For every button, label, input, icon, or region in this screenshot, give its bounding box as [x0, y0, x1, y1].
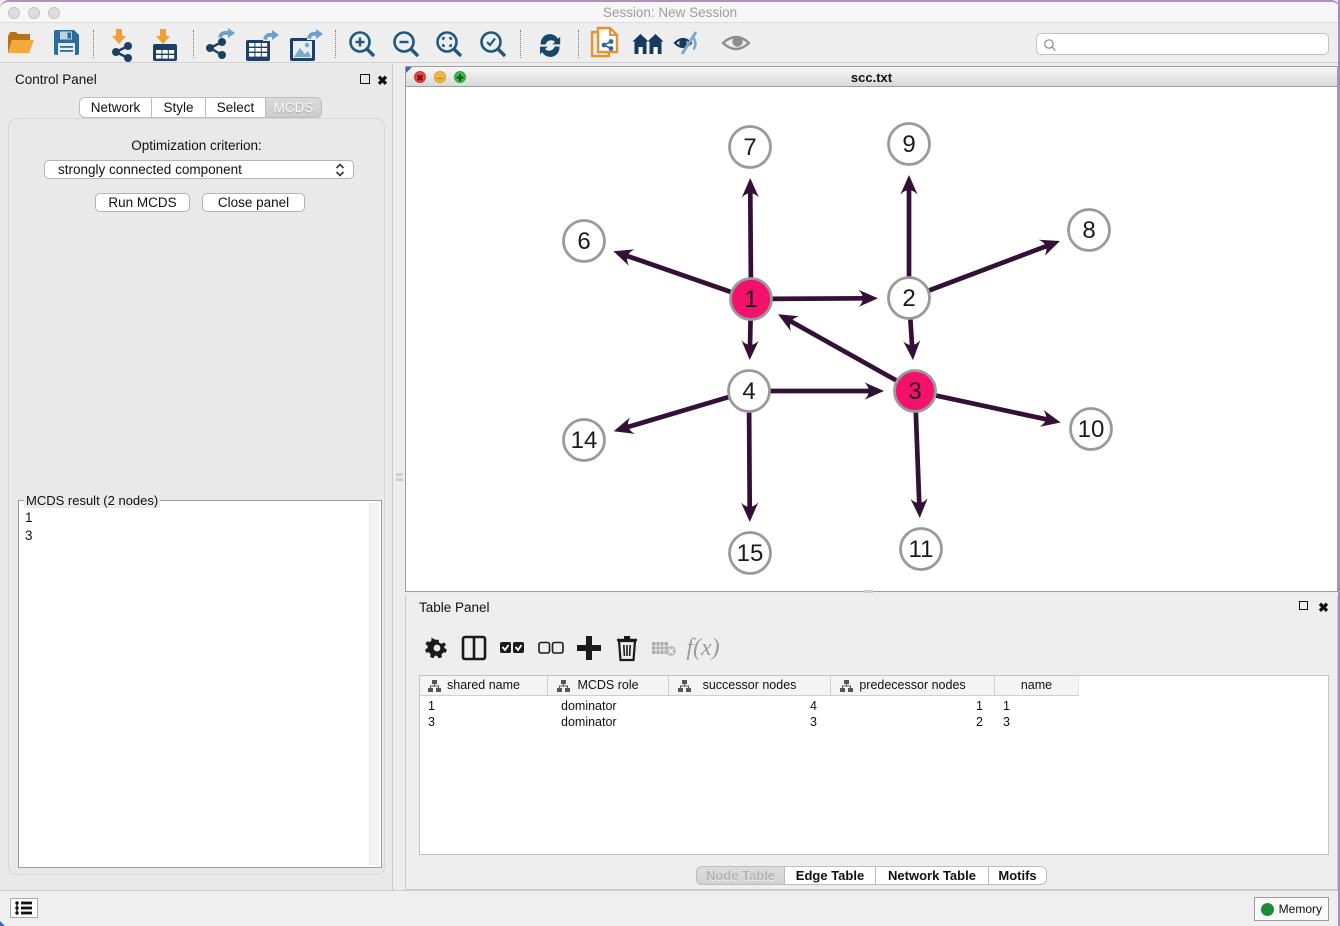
svg-text:10: 10 [1078, 416, 1105, 443]
svg-text:f(x): f(x) [686, 635, 719, 661]
svg-text:8: 8 [1082, 217, 1095, 244]
svg-text:9: 9 [902, 131, 915, 158]
svg-text:15: 15 [737, 540, 764, 567]
svg-text:11: 11 [909, 536, 934, 563]
svg-text:2: 2 [902, 285, 915, 312]
svg-text:3: 3 [908, 378, 921, 405]
svg-text:4: 4 [742, 378, 755, 405]
svg-text:7: 7 [743, 134, 756, 161]
svg-text:1: 1 [744, 286, 757, 313]
svg-text:6: 6 [577, 228, 590, 255]
svg-text:14: 14 [571, 427, 598, 454]
